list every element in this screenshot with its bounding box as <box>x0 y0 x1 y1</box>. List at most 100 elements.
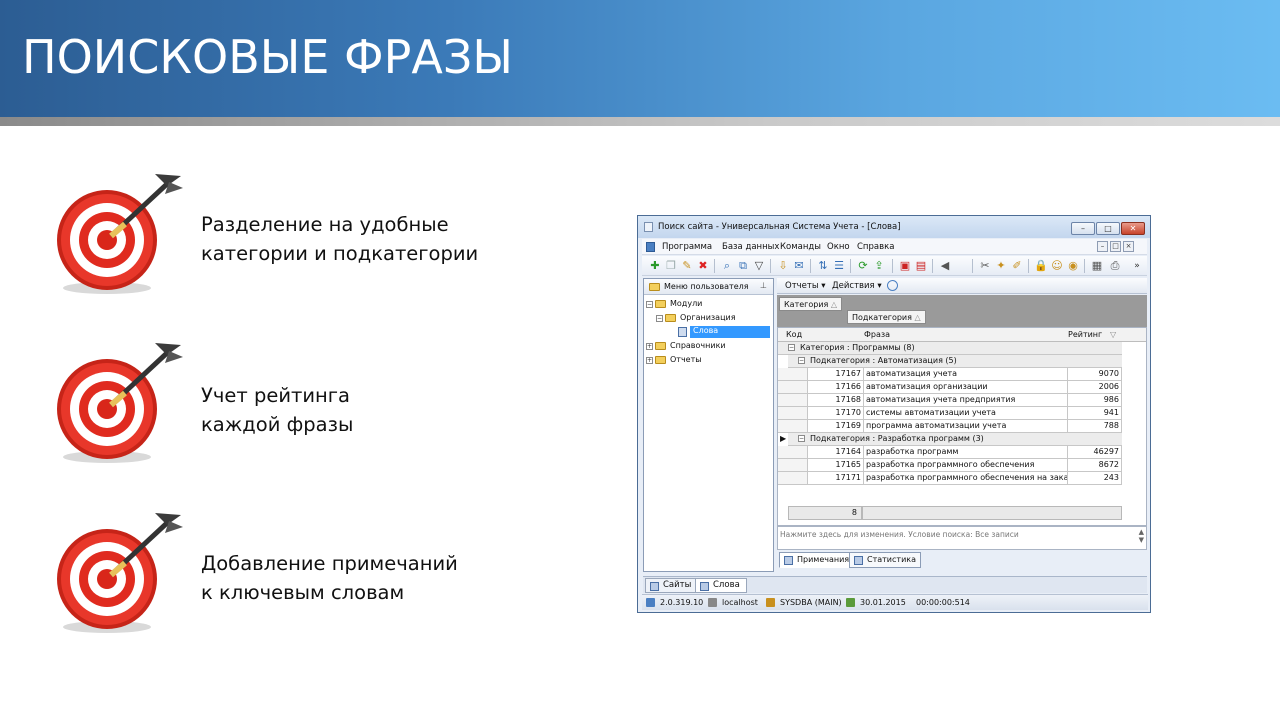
column-header-rating[interactable]: Рейтинг <box>1068 328 1102 342</box>
table-row[interactable]: 17167 автоматизация учета 9070 <box>778 368 1122 381</box>
toolbar-overflow-icon[interactable]: » <box>1130 259 1144 273</box>
collapse-icon[interactable]: − <box>656 315 663 322</box>
filter-icon[interactable]: ▽ <box>1110 328 1116 342</box>
bullet-text: Разделение на удобные категории и подкат… <box>201 213 479 265</box>
cell-code[interactable]: 17164 <box>808 446 864 459</box>
menu-database[interactable]: База данных <box>722 242 779 252</box>
collapse-icon[interactable]: − <box>788 344 795 351</box>
settings-icon[interactable]: ✦ <box>994 259 1008 273</box>
cell-phrase[interactable]: автоматизация учета предприятия <box>864 394 1068 407</box>
cell-phrase[interactable]: разработка программного обеспечения <box>864 459 1068 472</box>
mdi-restore-button[interactable]: □ <box>1110 241 1121 252</box>
pin-icon[interactable]: ⊥ <box>760 281 767 290</box>
chip-label: Категория <box>784 300 829 309</box>
menu-program[interactable]: Программа <box>662 242 712 252</box>
tools-icon[interactable]: ✂ <box>978 259 992 273</box>
minimize-button[interactable]: – <box>1071 222 1095 235</box>
cell-rating[interactable]: 243 <box>1068 472 1122 485</box>
cell-code[interactable]: 17169 <box>808 420 864 433</box>
cell-rating[interactable]: 941 <box>1068 407 1122 420</box>
collapse-icon[interactable]: − <box>646 301 653 308</box>
tab-words[interactable]: Слова <box>695 578 747 593</box>
tab-sites[interactable]: Сайты <box>645 578 699 593</box>
collapse-icon[interactable]: − <box>798 357 805 364</box>
calendar-icon[interactable]: ▦ <box>1090 259 1104 273</box>
database-icon[interactable]: ◉ <box>1066 259 1080 273</box>
table-row[interactable]: 17166 автоматизация организации 2006 <box>778 381 1122 394</box>
window-icon[interactable]: ▣ <box>898 259 912 273</box>
group-row-category[interactable]: − Категория : Программы (8) <box>778 342 1122 355</box>
export-icon[interactable]: ⇩ <box>776 259 790 273</box>
close-button[interactable]: ✕ <box>1121 222 1145 235</box>
find-icon[interactable]: ⧉ <box>736 259 750 273</box>
group-icon[interactable]: ☰ <box>832 259 846 273</box>
sort-arrow-icon: △ <box>914 313 921 322</box>
group-row-subcategory[interactable]: − Подкатегория : Автоматизация (5) <box>788 355 1122 368</box>
print-icon[interactable]: ⎙ <box>1108 259 1122 273</box>
import-icon[interactable]: ⇪ <box>872 259 886 273</box>
cell-rating[interactable]: 2006 <box>1068 381 1122 394</box>
users-icon[interactable]: ☺ <box>1050 259 1064 273</box>
cell-rating[interactable]: 9070 <box>1068 368 1122 381</box>
cell-phrase[interactable]: автоматизация организации <box>864 381 1068 394</box>
column-header-phrase[interactable]: Фраза <box>864 328 890 342</box>
search-icon[interactable]: ⌕ <box>720 259 734 273</box>
cell-code[interactable]: 17165 <box>808 459 864 472</box>
actions-dropdown[interactable]: Действия ▾ <box>832 281 882 291</box>
tab-statistics[interactable]: Статистика <box>849 552 921 568</box>
cell-phrase[interactable]: автоматизация учета <box>864 368 1068 381</box>
cell-phrase[interactable]: системы автоматизации учета <box>864 407 1068 420</box>
main-toolbar: ✚ ❐ ✎ ✖ ⌕ ⧉ ▽ ⇩ ✉ ⇅ ☰ ⟳ ⇪ ▣ ▤ ◀ ✂ ✦ ✐ 🔒 … <box>642 256 1147 276</box>
comment-icon[interactable]: ✉ <box>792 259 806 273</box>
maximize-button[interactable]: □ <box>1096 222 1120 235</box>
cell-phrase[interactable]: разработка программного обеспечения на з… <box>864 472 1068 485</box>
mdi-close-button[interactable]: × <box>1123 241 1134 252</box>
expand-icon[interactable]: + <box>646 357 653 364</box>
sort-icon[interactable]: ⇅ <box>816 259 830 273</box>
menu-help[interactable]: Справка <box>857 242 894 252</box>
cell-code[interactable]: 17171 <box>808 472 864 485</box>
group-row-subcategory[interactable]: − Подкатегория : Разработка программ (3) <box>788 433 1122 446</box>
lock-icon[interactable]: 🔒 <box>1034 259 1048 273</box>
table-row[interactable]: 17171 разработка программного обеспечения… <box>778 472 1122 485</box>
cell-rating[interactable]: 788 <box>1068 420 1122 433</box>
cell-code[interactable]: 17167 <box>808 368 864 381</box>
add-icon[interactable]: ✚ <box>648 259 662 273</box>
cell-code[interactable]: 17166 <box>808 381 864 394</box>
window-tabs: Сайты Слова <box>643 576 1147 593</box>
cell-phrase[interactable]: программа автоматизации учета <box>864 420 1068 433</box>
expand-icon[interactable]: + <box>646 343 653 350</box>
sound-icon[interactable]: ◀ <box>938 259 952 273</box>
tab-notes[interactable]: Примечания <box>779 552 855 568</box>
cell-rating[interactable]: 46297 <box>1068 446 1122 459</box>
delete-icon[interactable]: ✖ <box>696 259 710 273</box>
table-row[interactable]: 17165 разработка программного обеспечения… <box>778 459 1122 472</box>
table-row[interactable]: 17168 автоматизация учета предприятия 986 <box>778 394 1122 407</box>
refresh-icon[interactable]: ⟳ <box>856 259 870 273</box>
menu-window[interactable]: Окно <box>827 242 850 252</box>
cell-code[interactable]: 17170 <box>808 407 864 420</box>
cell-rating[interactable]: 8672 <box>1068 459 1122 472</box>
note-icon[interactable]: ✐ <box>1010 259 1024 273</box>
collapse-icon[interactable]: − <box>798 435 805 442</box>
copy-icon[interactable]: ❐ <box>664 259 678 273</box>
group-chip-subcategory[interactable]: Подкатегория △ <box>847 310 926 324</box>
clock-icon[interactable] <box>887 280 898 291</box>
filter-icon[interactable]: ▽ <box>752 259 766 273</box>
document-icon <box>678 327 687 337</box>
new-window-icon[interactable]: ▤ <box>914 259 928 273</box>
cell-rating[interactable]: 986 <box>1068 394 1122 407</box>
table-row[interactable]: 17164 разработка программ 46297 <box>778 446 1122 459</box>
column-header-code[interactable]: Код <box>786 328 802 342</box>
edit-icon[interactable]: ✎ <box>680 259 694 273</box>
cell-code[interactable]: 17168 <box>808 394 864 407</box>
table-row[interactable]: 17169 программа автоматизации учета 788 <box>778 420 1122 433</box>
reports-dropdown[interactable]: Отчеты ▾ <box>785 281 826 291</box>
menu-commands[interactable]: Команды <box>780 242 821 252</box>
mdi-minimize-button[interactable]: – <box>1097 241 1108 252</box>
group-chip-category[interactable]: Категория △ <box>779 297 843 311</box>
table-row[interactable]: 17170 системы автоматизации учета 941 <box>778 407 1122 420</box>
filter-bar[interactable]: Нажмите здесь для изменения. Условие пои… <box>777 526 1147 550</box>
cell-phrase[interactable]: разработка программ <box>864 446 1068 459</box>
scroll-arrows-icon[interactable]: ▲ ▼ <box>1139 528 1144 544</box>
